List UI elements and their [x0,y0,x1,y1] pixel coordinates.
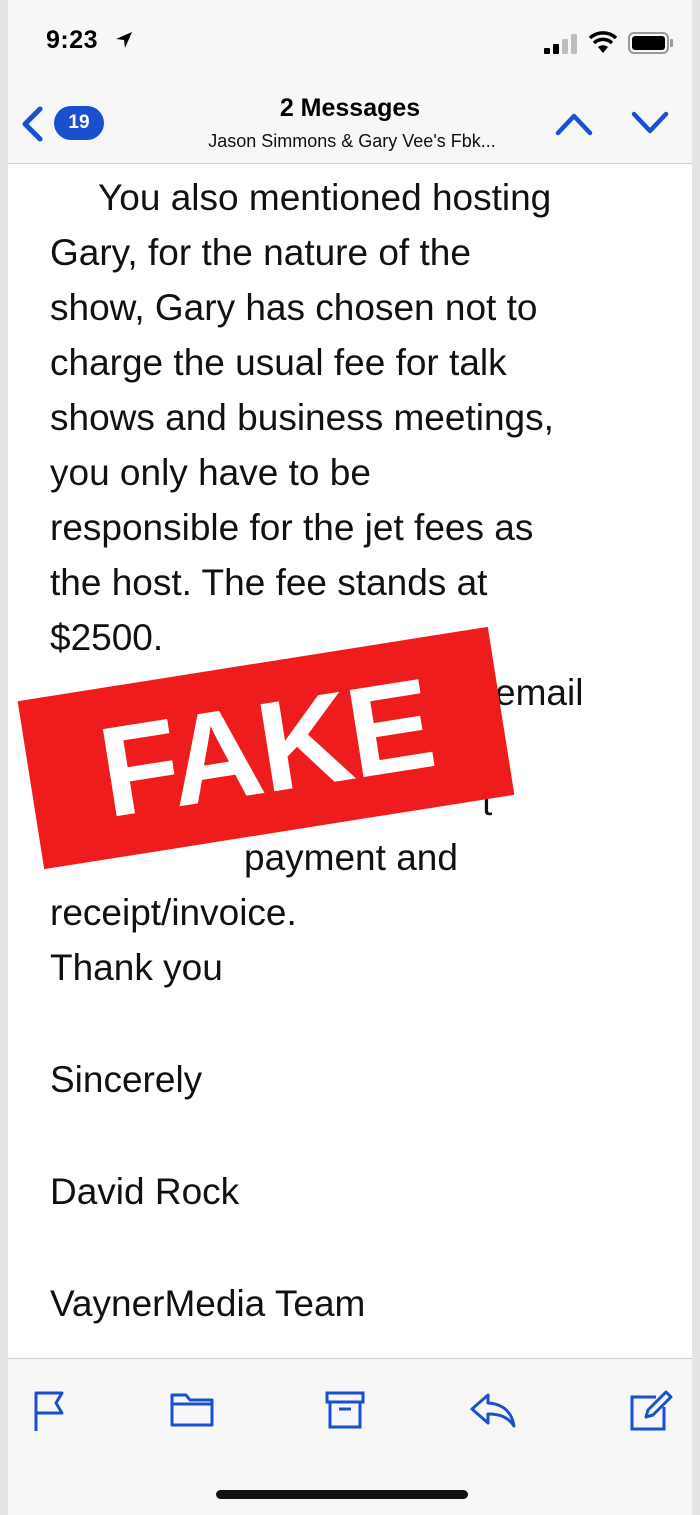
reply-icon[interactable] [468,1389,518,1436]
thread-participants: Jason Simmons & Gary Vee's Fbk... [208,131,496,151]
message-nav-bar: 19 2 Messages Jason Simmons & Gary Vee's… [8,86,692,164]
wifi-icon [588,31,618,60]
message-line: the host. The fee stands at [50,562,488,603]
message-line: show, Gary has chosen not to [50,287,538,328]
next-message-chevron-icon[interactable] [630,108,670,143]
message-line: You also mentioned hosting [98,177,552,218]
home-indicator[interactable] [216,1490,468,1499]
previous-message-chevron-icon[interactable] [554,108,594,143]
archive-icon[interactable] [324,1389,366,1436]
message-line: Gary, for the nature of the [50,232,471,273]
signature-name: David Rock [50,1171,240,1212]
message-line: you only have to be [50,452,371,493]
flag-icon[interactable] [30,1389,70,1438]
signature-team: VaynerMedia Team [50,1283,366,1324]
folder-icon[interactable] [168,1389,216,1434]
battery-icon [628,32,674,59]
status-bar: 9:23 [8,0,692,86]
cellular-signal-icon [544,34,578,59]
message-line: responsible for the jet fees as [50,507,534,548]
mail-screen: 9:23 19 2 Messages Jason Simmons & Gary … [8,0,692,1515]
status-time: 9:23 [46,26,99,54]
message-line: shows and business meetings, [50,397,554,438]
message-line: Thank you [50,947,223,988]
compose-icon[interactable] [628,1389,674,1438]
location-arrow-icon [114,30,134,55]
message-line: receipt/invoice. [50,892,297,933]
signoff-line: Sincerely [50,1059,203,1100]
message-line: charge the usual fee for talk [50,342,507,383]
